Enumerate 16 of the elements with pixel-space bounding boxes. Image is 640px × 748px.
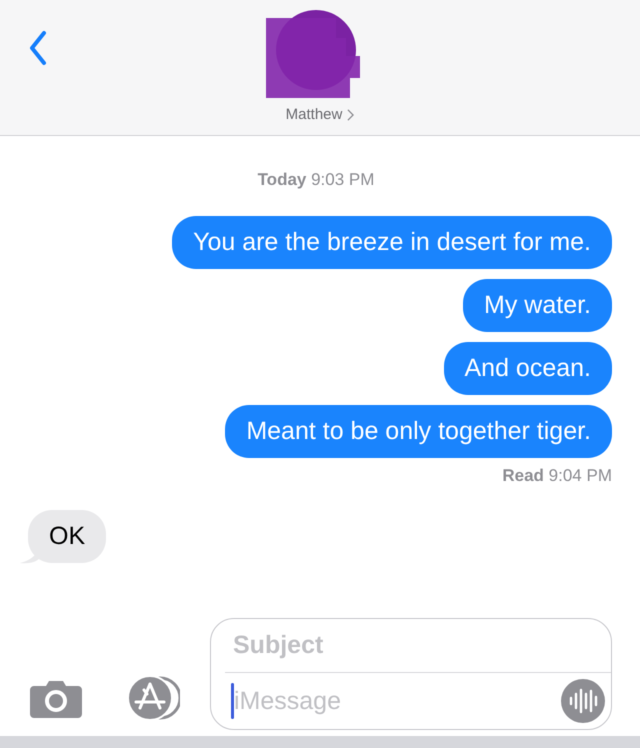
message-field[interactable]: iMessage: [234, 686, 561, 716]
message-bubble: My water.: [463, 279, 612, 332]
camera-icon[interactable]: [30, 678, 82, 718]
contact-name[interactable]: Matthew: [282, 104, 358, 125]
message-bubble: You are the breeze in desert for me.: [172, 216, 612, 269]
chevron-icon: [347, 108, 354, 120]
message-bubble: And ocean.: [444, 342, 612, 395]
subject-field[interactable]: Subject: [225, 619, 611, 673]
text-cursor: [231, 683, 234, 719]
read-receipt: Read 9:04 PM: [502, 466, 612, 486]
audio-wave-icon[interactable]: [561, 679, 605, 723]
message-composer[interactable]: Subject iMessage: [210, 618, 612, 730]
message-bubble: Meant to be only together tiger.: [225, 405, 612, 458]
timestamp: Today 9:03 PM: [258, 170, 374, 190]
message-bubble: OK: [28, 510, 106, 563]
back-icon[interactable]: [28, 30, 48, 66]
